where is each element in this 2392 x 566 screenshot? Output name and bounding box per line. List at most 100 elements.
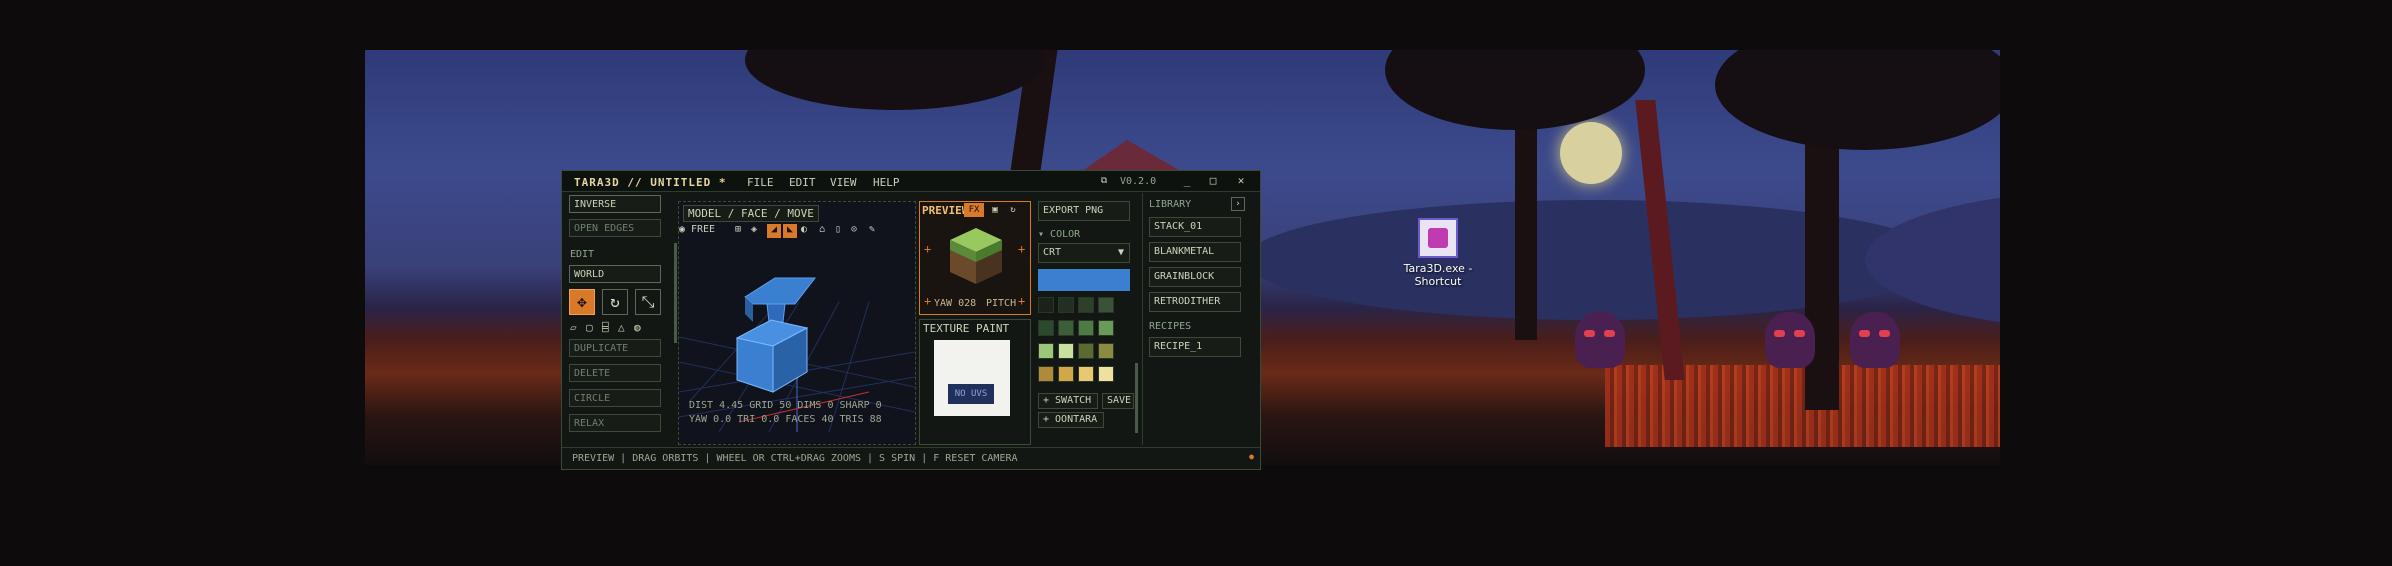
color-swatch[interactable] (1058, 297, 1074, 313)
color-panel-scrollbar[interactable] (1135, 363, 1138, 433)
color-swatch[interactable] (1098, 343, 1114, 359)
viewport-mode-label: MODEL / FACE / MOVE (683, 205, 819, 222)
library-item[interactable]: RETRODITHER (1149, 292, 1241, 312)
home-icon[interactable]: ⌂ (819, 224, 825, 235)
library-item[interactable]: BLANKMETAL (1149, 242, 1241, 262)
window-title: TARA3D // UNTITLED * (574, 176, 727, 189)
edit-pencil-icon[interactable]: ✎ (869, 224, 875, 235)
lock-icon[interactable]: ▯ (835, 224, 841, 235)
preview-panel[interactable]: PREVIEW FX ▣ ↻ + + + + YAW 028 PITCH (919, 201, 1031, 315)
status-text: PREVIEW | DRAG ORBITS | WHEEL OR CTRL+DR… (572, 453, 1018, 464)
pin-icon[interactable]: ⧉ (1097, 174, 1111, 188)
export-png-button[interactable]: EXPORT PNG (1038, 201, 1130, 221)
title-bar: TARA3D // UNTITLED * FILE EDIT VIEW HELP… (562, 171, 1260, 192)
color-panel: EXPORT PNG ▾ COLOR CRT ▼ + SWATCH SAVE +… (1034, 193, 1138, 445)
eye-icon[interactable]: ◉ (679, 224, 685, 235)
cube-primitive-icon[interactable]: ▢ (586, 321, 593, 334)
color-swatch[interactable] (1078, 343, 1094, 359)
library-header: LIBRARY (1149, 199, 1192, 210)
move-tool-icon[interactable]: ✥ (569, 289, 595, 315)
status-indicator-icon: ● (1249, 452, 1254, 461)
library-item[interactable]: STACK_01 (1149, 217, 1241, 237)
color-swatch[interactable] (1098, 297, 1114, 313)
palette-name-button[interactable]: + OONTARA (1038, 412, 1104, 428)
color-swatch[interactable] (1058, 320, 1074, 336)
recipe-item[interactable]: RECIPE_1 (1149, 337, 1241, 357)
yaw-label: YAW 028 (934, 298, 977, 309)
fx-toggle[interactable]: FX (964, 203, 984, 217)
color-swatch[interactable] (1098, 320, 1114, 336)
shortcut-label-line1: Tara3D.exe - (1403, 262, 1473, 275)
minimize-button[interactable]: _ (1180, 174, 1194, 188)
creature (1850, 312, 1900, 368)
chevron-down-icon: ▼ (1117, 247, 1124, 258)
tara3d-window: TARA3D // UNTITLED * FILE EDIT VIEW HELP… (561, 170, 1261, 470)
color-swatch[interactable] (1038, 297, 1054, 313)
pitch-label: PITCH (986, 298, 1017, 309)
cone-primitive-icon[interactable]: △ (618, 321, 625, 334)
viewport-stats-line2: YAW 0.0 TRI 0.0 FACES 40 TRIS 88 (689, 414, 882, 425)
close-button[interactable]: ✕ (1234, 174, 1248, 188)
space-world-toggle[interactable]: WORLD (569, 265, 661, 283)
moon (1560, 122, 1622, 184)
menu-view[interactable]: VIEW (830, 176, 857, 189)
color-swatch[interactable] (1038, 343, 1054, 359)
color-swatch[interactable] (1078, 297, 1094, 313)
duplicate-button[interactable]: DUPLICATE (569, 339, 661, 357)
preview-title: PREVIEW (922, 204, 969, 217)
grid-icon[interactable]: ⊞ (735, 224, 741, 235)
texture-paint-panel[interactable]: TEXTURE PAINT NO UVS (919, 319, 1031, 445)
creature (1575, 312, 1625, 368)
color-section-header: ▾ COLOR (1038, 229, 1081, 240)
library-expand-icon[interactable]: › (1231, 197, 1245, 211)
current-color-swatch[interactable] (1038, 269, 1130, 291)
library-item[interactable]: GRAINBLOCK (1149, 267, 1241, 287)
color-swatch[interactable] (1058, 343, 1074, 359)
cylinder-primitive-icon[interactable]: ⌸ (602, 321, 609, 334)
maximize-button[interactable]: □ (1206, 174, 1220, 188)
sphere-primitive-icon[interactable]: ◍ (634, 321, 641, 334)
visibility-icon[interactable]: ⊙ (851, 224, 857, 235)
plane-primitive-icon[interactable]: ▱ (570, 321, 577, 334)
color-swatch[interactable] (1038, 366, 1054, 382)
refresh-icon[interactable]: ↻ (1006, 203, 1020, 217)
no-uvs-label: NO UVS (948, 384, 994, 404)
menu-edit[interactable]: EDIT (789, 176, 816, 189)
version-label: V0.2.0 (1120, 176, 1157, 187)
left-panel-scrollbar[interactable] (674, 243, 677, 343)
palette-preset-select[interactable]: CRT ▼ (1038, 243, 1130, 263)
shade-flat-icon[interactable]: ◢ (767, 224, 781, 238)
open-edges-button[interactable]: OPEN EDGES (569, 219, 661, 237)
texture-canvas[interactable]: NO UVS (934, 340, 1010, 416)
recipes-header: RECIPES (1149, 321, 1192, 332)
wire-icon[interactable]: ◈ (751, 224, 757, 235)
library-panel: LIBRARY › STACK_01 BLANKMETAL GRAINBLOCK… (1142, 193, 1257, 445)
viewport-toolbar: ◉ FREE ⊞ ◈ ◢ ◣ ◐ ⌂ ▯ ⊙ ✎ (679, 224, 915, 240)
relax-button[interactable]: RELAX (569, 414, 661, 432)
desktop-shortcut-tara3d[interactable]: Tara3D.exe - Shortcut (1390, 218, 1486, 288)
color-swatch[interactable] (1058, 366, 1074, 382)
status-bar: PREVIEW | DRAG ORBITS | WHEEL OR CTRL+DR… (562, 447, 1260, 470)
color-swatch[interactable] (1078, 366, 1094, 382)
save-icon[interactable]: ▣ (988, 203, 1002, 217)
add-swatch-button[interactable]: + SWATCH (1038, 393, 1098, 409)
menu-file[interactable]: FILE (747, 176, 774, 189)
shade-lit-icon[interactable]: ◐ (801, 224, 807, 235)
app-shortcut-icon (1418, 218, 1458, 258)
color-swatch[interactable] (1098, 366, 1114, 382)
color-swatch[interactable] (1078, 320, 1094, 336)
menu-help[interactable]: HELP (873, 176, 900, 189)
circle-button[interactable]: CIRCLE (569, 389, 661, 407)
camera-mode-free[interactable]: FREE (691, 224, 715, 235)
shade-solid-icon[interactable]: ◣ (783, 224, 797, 238)
3d-viewport[interactable]: MODEL / FACE / MOVE ◉ FREE ⊞ ◈ ◢ ◣ ◐ ⌂ ▯… (678, 201, 916, 445)
save-swatch-button[interactable]: SAVE (1102, 393, 1134, 409)
inverse-button[interactable]: INVERSE (569, 195, 661, 213)
rotate-tool-icon[interactable]: ↻ (602, 289, 628, 315)
delete-button[interactable]: DELETE (569, 364, 661, 382)
scale-tool-icon[interactable]: ⤡ (635, 289, 661, 315)
edit-section-header: EDIT (570, 249, 595, 260)
preview-render (950, 228, 1002, 284)
viewport-stats-line1: DIST 4.45 GRID 50 DIMS 0 SHARP 0 (689, 400, 882, 411)
color-swatch[interactable] (1038, 320, 1054, 336)
